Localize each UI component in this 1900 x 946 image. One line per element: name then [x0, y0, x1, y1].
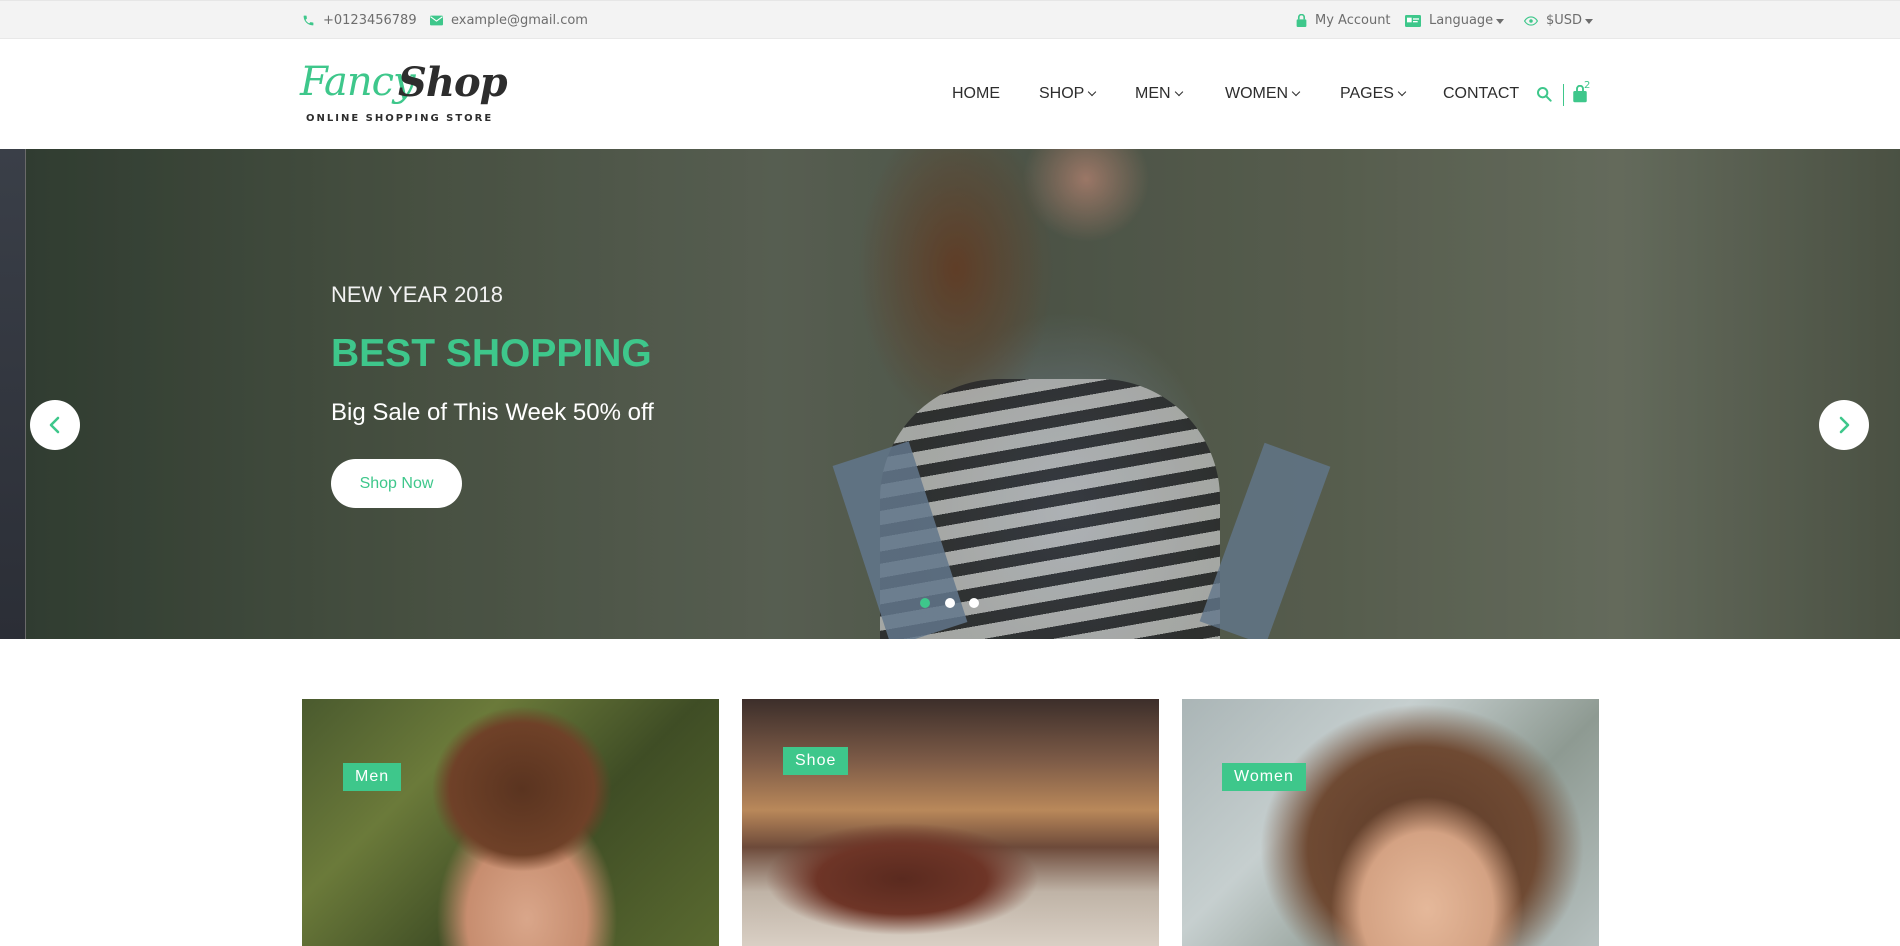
chevron-down-icon — [1397, 87, 1407, 97]
logo-tagline: ONLINE SHOPPING STORE — [306, 113, 494, 124]
chevron-down-icon — [1088, 87, 1097, 97]
nav-women-link[interactable]: WOMEN — [1225, 85, 1301, 103]
nav-women[interactable]: WOMEN — [1225, 39, 1301, 149]
nav-pages-link[interactable]: PAGES — [1340, 85, 1407, 103]
nav-contact-link[interactable]: CONTACT — [1443, 85, 1519, 103]
cart-button[interactable] — [1572, 39, 1588, 149]
slider-dot[interactable] — [945, 598, 955, 608]
category-badge[interactable]: Men — [343, 763, 402, 791]
search-button[interactable] — [1536, 39, 1552, 149]
caret-down-icon — [1496, 18, 1505, 24]
eye-icon — [1524, 15, 1538, 26]
slider-dot[interactable] — [969, 598, 979, 608]
phone-number: +0123456789 — [323, 13, 417, 28]
logo-word-shop: Shop — [398, 59, 508, 106]
chevron-left-icon — [49, 416, 60, 434]
shop-now-button[interactable]: Shop Now — [331, 459, 462, 508]
nav-men[interactable]: MEN — [1135, 39, 1183, 149]
my-account-link[interactable]: My Account — [1296, 1, 1391, 40]
nav-pages-label: PAGES — [1340, 85, 1394, 102]
nav-shop[interactable]: SHOP — [1039, 39, 1097, 149]
cart-count-badge: 2 — [1584, 80, 1591, 91]
language-dropdown[interactable]: Language — [1405, 1, 1505, 40]
nav-shop-link[interactable]: SHOP — [1039, 85, 1097, 103]
category-card-shoe[interactable]: Shoe — [742, 699, 1159, 946]
id-card-icon — [1405, 14, 1421, 27]
nav-contact[interactable]: CONTACT — [1443, 39, 1519, 149]
language-label: Language — [1429, 13, 1494, 28]
slider-next-button[interactable] — [1819, 400, 1869, 450]
nav-women-label: WOMEN — [1225, 85, 1289, 102]
previous-slide-edge — [0, 149, 26, 639]
slider-dot[interactable] — [920, 598, 930, 608]
nav-shop-label: SHOP — [1039, 85, 1085, 102]
site-logo[interactable]: Fancy Shop ONLINE SHOPPING STORE — [300, 59, 508, 134]
nav-pages[interactable]: PAGES — [1340, 39, 1407, 149]
site-header: Fancy Shop ONLINE SHOPPING STORE HOME SH… — [0, 39, 1900, 149]
nav-home[interactable]: HOME — [952, 39, 1000, 149]
chevron-right-icon — [1839, 416, 1850, 434]
nav-men-label: MEN — [1135, 85, 1171, 102]
category-card-women[interactable]: Women — [1182, 699, 1599, 946]
hero-eyebrow: NEW YEAR 2018 — [331, 282, 504, 307]
envelope-icon — [430, 15, 443, 26]
email-contact[interactable]: example@gmail.com — [430, 1, 588, 40]
chevron-down-icon — [1291, 87, 1301, 97]
nav-men-link[interactable]: MEN — [1135, 85, 1183, 103]
hero-overlay — [0, 149, 1900, 639]
nav-home-link[interactable]: HOME — [952, 85, 1000, 103]
top-bar: +0123456789 example@gmail.com My Account… — [0, 0, 1900, 39]
email-address: example@gmail.com — [451, 13, 588, 28]
slider-prev-button[interactable] — [30, 400, 80, 450]
phone-contact[interactable]: +0123456789 — [302, 1, 417, 40]
category-card-men[interactable]: Men — [302, 699, 719, 946]
hero-subtitle: Big Sale of This Week 50% off — [331, 399, 654, 426]
chevron-down-icon — [1174, 87, 1183, 97]
category-badge[interactable]: Women — [1222, 763, 1306, 791]
my-account-label: My Account — [1315, 13, 1391, 28]
caret-down-icon — [1585, 18, 1594, 24]
phone-icon — [303, 15, 314, 26]
currency-dropdown[interactable]: $USD — [1524, 1, 1594, 40]
currency-label: $USD — [1546, 13, 1583, 28]
category-badge[interactable]: Shoe — [783, 747, 849, 775]
hero-slider: NEW YEAR 2018 BEST SHOPPING Big Sale of … — [0, 149, 1900, 639]
lock-icon — [1296, 14, 1307, 27]
hero-headline: BEST SHOPPING — [331, 332, 652, 375]
header-divider — [1563, 84, 1564, 106]
search-icon — [1537, 87, 1552, 102]
